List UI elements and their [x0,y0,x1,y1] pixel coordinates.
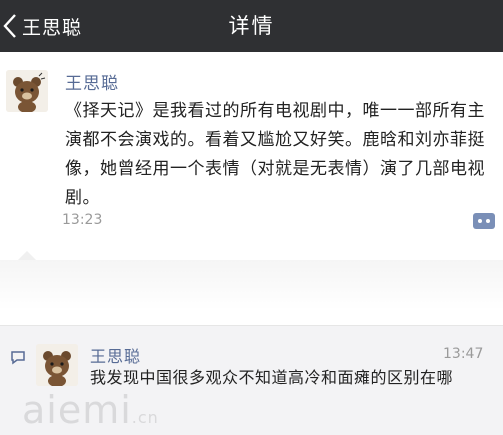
post-timestamp: 13:23 [62,212,103,228]
bear-avatar [36,344,78,386]
comment-timestamp: 13:47 [443,346,484,362]
bear-avatar [6,70,48,112]
navigation-bar: 王思聪 详情 [0,0,503,52]
avatar[interactable] [6,70,48,112]
post-text: 《择天记》是我看过的所有电视剧中，唯一一部所有主演都不会演戏的。看着又尴尬又好笑… [65,101,485,208]
moment-post: 王思聪 《择天记》是我看过的所有电视剧中，唯一一部所有主演都不会演戏的。看着又尴… [0,52,503,245]
comment-author[interactable]: 王思聪 [90,343,141,367]
comment-text: 我发现中国很多观众不知道高冷和面瘫的区别在哪 [90,368,454,387]
comment-action-icon[interactable] [473,213,495,229]
comment-divider [0,245,503,317]
comment-bubble-icon [11,351,25,365]
page-title: 详情 [228,14,275,38]
comment-avatar[interactable] [36,344,78,386]
comment-panel: 王思聪 13:47 我发现中国很多观众不知道高冷和面瘫的区别在哪 [0,325,503,435]
post-author[interactable]: 王思聪 [65,69,119,94]
